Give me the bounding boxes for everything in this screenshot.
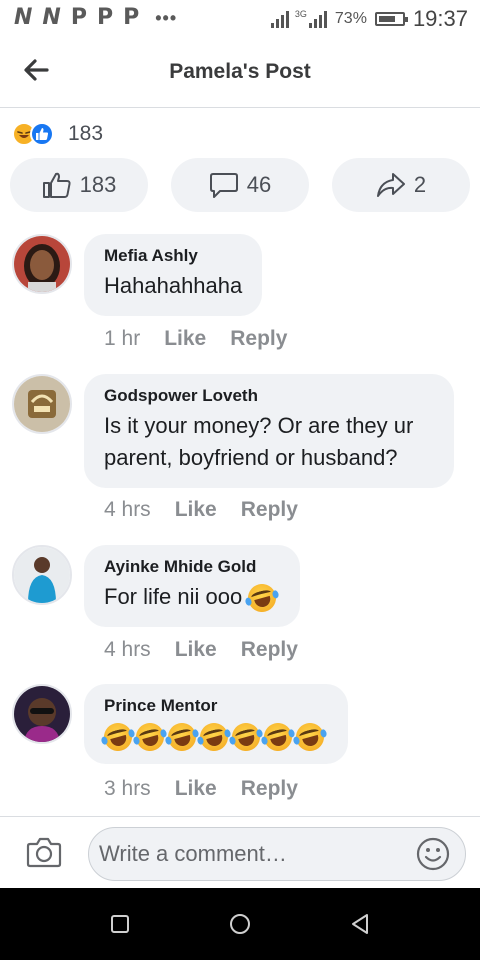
- comment-bubble: Prince Mentor: [84, 684, 348, 764]
- comment-bubble: Mefia Ashly Hahahahhaha: [84, 234, 263, 316]
- avatar[interactable]: [12, 545, 72, 605]
- comment-input[interactable]: [88, 827, 466, 881]
- network-type: 3G: [294, 9, 307, 19]
- camera-icon[interactable]: [26, 835, 62, 869]
- notification-p-icon: P: [96, 5, 114, 30]
- signal-icon-2: [308, 10, 327, 28]
- share-button[interactable]: 2: [332, 158, 470, 212]
- rofl-emoji-icon: [260, 720, 296, 755]
- rofl-emoji-icon: [132, 720, 168, 755]
- like-link[interactable]: Like: [175, 638, 217, 662]
- rofl-emoji-icon: [292, 720, 328, 755]
- status-bar: N N P P P ••• 3G 73% 19:37: [0, 0, 480, 36]
- commenter-name[interactable]: Prince Mentor: [104, 696, 328, 716]
- notification-p-icon: P: [123, 5, 140, 30]
- reaction-count: 183: [68, 122, 104, 145]
- comment-composer: [0, 816, 480, 888]
- comment-meta: 1 hr Like Reply: [104, 327, 287, 351]
- comment-text-row: [100, 720, 328, 755]
- emoji-row: [100, 720, 328, 755]
- like-link[interactable]: Like: [164, 327, 206, 351]
- comment-text: Hahahahhaha: [104, 273, 243, 298]
- post-actions: 183 46 2: [10, 158, 470, 212]
- avatar[interactable]: [12, 234, 72, 294]
- page-title: Pamela's Post: [169, 60, 311, 83]
- rofl-emoji-icon: [228, 720, 264, 755]
- commenter-name[interactable]: Mefia Ashly: [104, 246, 242, 266]
- home-icon[interactable]: [228, 912, 252, 936]
- like-link[interactable]: Like: [175, 498, 217, 522]
- like-icon: [30, 122, 54, 146]
- post-header: Pamela's Post: [0, 36, 480, 108]
- comment-bubble: Ayinke Mhide Gold For life nii ooo: [84, 545, 301, 627]
- thumbs-up-icon: [42, 172, 71, 198]
- battery-icon: [374, 12, 408, 26]
- avatar[interactable]: [12, 684, 72, 744]
- comment-icon: [209, 173, 238, 198]
- more-notifications-icon: •••: [155, 7, 178, 28]
- notification-n-icon: N: [14, 5, 33, 30]
- rofl-emoji-icon: [164, 720, 200, 755]
- avatar[interactable]: [12, 374, 72, 434]
- share-count: 2: [413, 172, 427, 197]
- comment-button[interactable]: 46: [171, 158, 309, 212]
- reply-link[interactable]: Reply: [230, 327, 287, 351]
- recent-apps-icon[interactable]: [108, 912, 132, 936]
- notification-p-icon: P: [70, 5, 87, 30]
- reply-link[interactable]: Reply: [241, 638, 298, 662]
- back-icon[interactable]: [348, 912, 372, 936]
- rofl-emoji-icon: [244, 581, 280, 616]
- signal-icon: [270, 10, 289, 28]
- comment-text: Is it your money? Or are they ur parent,…: [104, 413, 414, 470]
- comment-count: 46: [246, 172, 272, 197]
- comment-bubble: Godspower Loveth Is it your money? Or ar…: [84, 374, 454, 488]
- comment-meta: 3 hrs Like Reply: [104, 777, 298, 801]
- like-link[interactable]: Like: [175, 777, 217, 801]
- notification-icons: N N P P P •••: [14, 6, 177, 30]
- commenter-name[interactable]: Ayinke Mhide Gold: [104, 557, 280, 577]
- comment-time: 3 hrs: [104, 777, 151, 800]
- notification-n-icon: N: [42, 5, 61, 30]
- comment-text-row: For life nii ooo: [104, 581, 280, 616]
- emoji-picker-icon[interactable]: [416, 837, 450, 871]
- comment-time: 4 hrs: [104, 638, 151, 661]
- reaction-icons: [12, 121, 60, 147]
- system-nav-bar: [0, 888, 480, 960]
- like-button[interactable]: 183: [10, 158, 148, 212]
- status-right: 3G 73% 19:37: [270, 6, 468, 32]
- share-icon: [376, 173, 405, 197]
- reply-link[interactable]: Reply: [241, 777, 298, 801]
- reply-link[interactable]: Reply: [241, 498, 298, 522]
- comment-meta: 4 hrs Like Reply: [104, 638, 298, 662]
- comment-meta: 4 hrs Like Reply: [104, 498, 298, 522]
- rofl-emoji-icon: [196, 720, 232, 755]
- reaction-summary[interactable]: 183: [12, 120, 103, 148]
- comment-time: 4 hrs: [104, 498, 151, 521]
- clock: 19:37: [412, 6, 468, 31]
- comment-time: 1 hr: [104, 327, 141, 350]
- battery-percent: 73%: [334, 10, 367, 27]
- emoji-row: [244, 581, 280, 616]
- rofl-emoji-icon: [100, 720, 136, 755]
- commenter-name[interactable]: Godspower Loveth: [104, 386, 434, 406]
- comment-text: For life nii ooo: [104, 584, 243, 609]
- like-count: 183: [79, 172, 117, 197]
